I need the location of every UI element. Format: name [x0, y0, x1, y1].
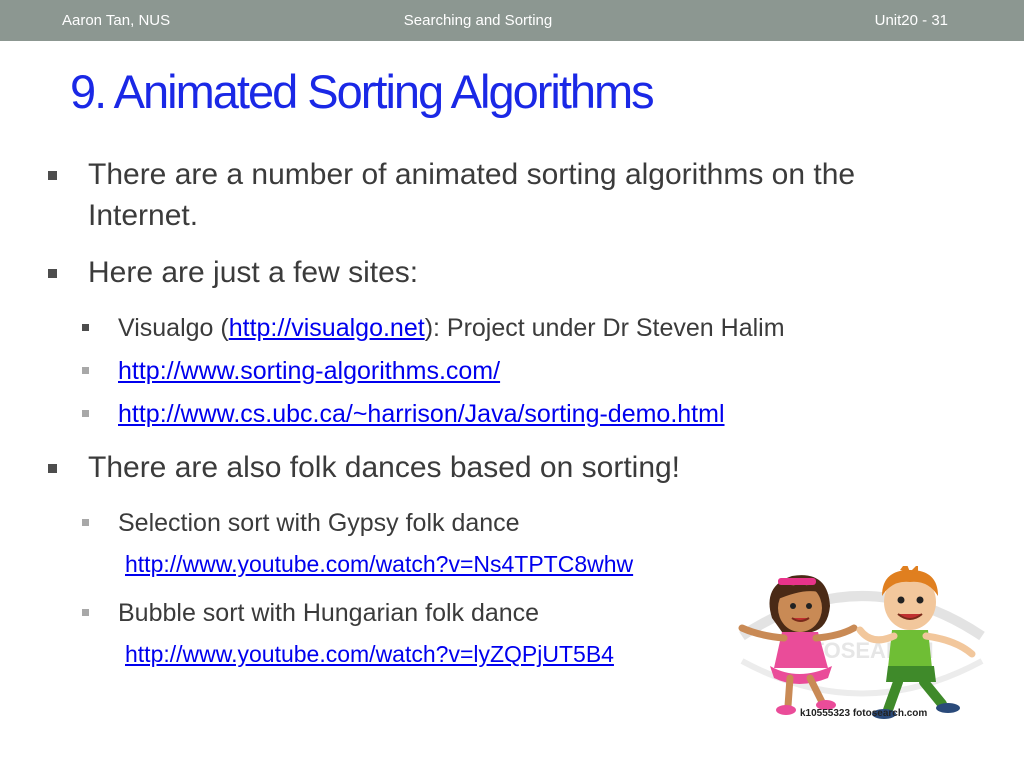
bullet-text: There are also folk dances based on sort… [88, 451, 681, 484]
sub-bullet-text: Visualgo (http://visualgo.net): Project … [118, 311, 785, 345]
bubble-sort-video-link[interactable]: http://www.youtube.com/watch?v=lyZQPjUT5… [125, 641, 614, 667]
slide-header-bar: Aaron Tan, NUS Searching and Sorting Uni… [0, 0, 1024, 41]
visualgo-suffix: ): Project under Dr Steven Halim [424, 314, 785, 342]
slide-number: Unit20 - 31 [874, 12, 948, 29]
topic-label: Searching and Sorting [403, 12, 553, 29]
bullet-marker-icon [48, 464, 57, 473]
bullet-text: Internet. [88, 199, 199, 232]
bullet-marker-icon [48, 171, 57, 180]
ubc-sorting-demo-link[interactable]: http://www.cs.ubc.ca/~harrison/Java/sort… [118, 400, 725, 428]
dancing-kids-clipart: FOTOSEARCH [732, 566, 992, 724]
bullet-text: There are a number of animated sorting a… [88, 158, 856, 191]
sub-bullet-marker-icon [82, 609, 89, 616]
sub-bullet-text: Bubble sort with Hungarian folk dance [118, 599, 540, 627]
slide-title: 9. Animated Sorting Algorithms [70, 65, 655, 118]
visualgo-prefix: Visualgo ( [118, 314, 229, 342]
sub-bullet-marker-icon [82, 410, 89, 417]
sub-bullet-text: http://www.cs.ubc.ca/~harrison/Java/sort… [118, 397, 725, 431]
sub-bullet-text: http://www.sorting-algorithms.com/ [118, 354, 500, 388]
sub-bullet-text: Selection sort with Gypsy folk dance [118, 509, 520, 537]
sub-bullet-marker-icon [82, 519, 89, 526]
sorting-algorithms-link[interactable]: http://www.sorting-algorithms.com/ [118, 357, 500, 385]
visualgo-link[interactable]: http://visualgo.net [229, 314, 425, 342]
bullet-marker-icon [48, 269, 57, 278]
bullet-text: Here are just a few sites: [88, 256, 419, 289]
sub-bullet-marker-icon [82, 324, 89, 331]
bubble-sort-url-line: http://www.youtube.com/watch?v=lyZQPjUT5… [125, 639, 614, 669]
selection-sort-url-line: http://www.youtube.com/watch?v=Ns4TPTC8w… [125, 549, 633, 579]
image-caption: k10555323 fotosearch.com [800, 708, 928, 719]
sub-bullet-marker-icon [82, 367, 89, 374]
selection-sort-video-link[interactable]: http://www.youtube.com/watch?v=Ns4TPTC8w… [125, 551, 633, 577]
